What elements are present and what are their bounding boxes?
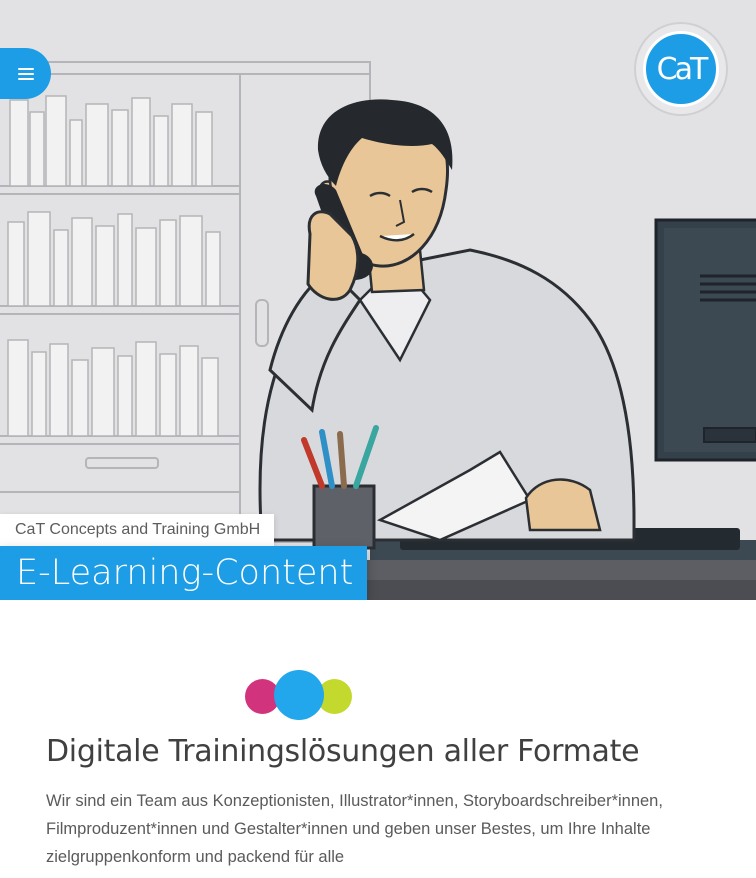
hero-banner: CaT CaT Concepts and Training GmbH E-Lea… xyxy=(0,0,756,600)
cat-logo[interactable]: CaT xyxy=(634,22,728,116)
section-heading: Digitale Trainingslösungen aller Formate xyxy=(46,734,640,769)
page-title: E-Learning-Content xyxy=(0,546,368,600)
section-intro: Wir sind ein Team aus Konzeptionisten, I… xyxy=(46,792,663,866)
hamburger-menu-icon xyxy=(17,67,34,80)
company-name: CaT Concepts and Training GmbH xyxy=(0,514,275,546)
logo-mark: CaT xyxy=(643,31,719,107)
blue-dot xyxy=(274,670,324,720)
menu-button[interactable] xyxy=(0,48,51,99)
decorative-dots xyxy=(245,670,355,722)
